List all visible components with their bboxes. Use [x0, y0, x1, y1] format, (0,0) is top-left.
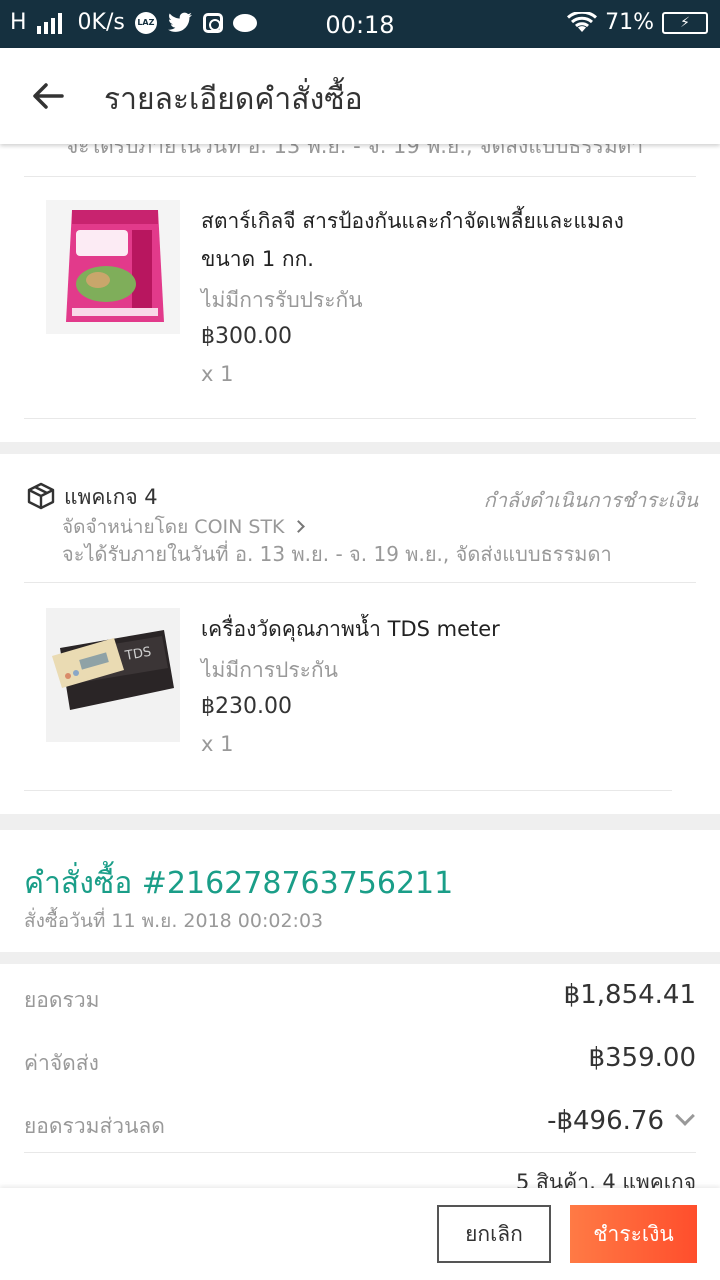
order-detail-scroll[interactable]: จะได้รับภายในวันที่ อ. 13 พ.ย. - จ. 19 พ… — [0, 144, 720, 1188]
product-image[interactable] — [46, 200, 180, 334]
package-card-prev: จะได้รับภายในวันที่ อ. 13 พ.ย. - จ. 19 พ… — [0, 144, 720, 442]
divider — [24, 176, 696, 177]
product-price: ฿300.00 — [201, 324, 292, 349]
app-header: รายละเอียดคำสั่งซื้อ — [0, 48, 720, 144]
page-title: รายละเอียดคำสั่งซื้อ — [104, 82, 363, 117]
product-name[interactable]: เครื่องวัดคุณภาพน้ำ TDS meter — [201, 610, 681, 648]
divider — [24, 1152, 696, 1153]
battery-icon: ⚡ — [662, 11, 708, 34]
battery-percent: 71% — [605, 10, 654, 35]
status-bar: H 0K/s LAZ 00:18 71% ⚡ — [0, 0, 720, 48]
package-title: แพคเกจ 4 — [64, 485, 158, 509]
package-card-4: แพคเกจ 4 กำลังดำเนินการชำระเงิน จัดจำหน่… — [0, 454, 720, 814]
shipping-value: ฿359.00 — [588, 1043, 696, 1073]
seller-name: จัดจำหน่ายโดย COIN STK — [62, 516, 285, 538]
discount-value: -฿496.76 — [547, 1106, 664, 1136]
product-warranty: ไม่มีการประกัน — [201, 658, 338, 682]
package-status: กำลังดำเนินการชำระเงิน — [483, 488, 698, 512]
subtotal-label: ยอดรวม — [24, 988, 100, 1012]
pay-button[interactable]: ชำระเงิน — [570, 1205, 697, 1263]
subtotal-value: ฿1,854.41 — [563, 980, 696, 1010]
divider — [24, 418, 696, 419]
product-quantity: x 1 — [201, 732, 234, 756]
product-name[interactable]: สตาร์เกิลจี สารป้องกันและกำจัดเพลี้ยและแ… — [201, 202, 681, 278]
chevron-down-icon — [675, 1106, 695, 1126]
order-number: คำสั่งซื้อ #216278763756211 — [24, 866, 454, 901]
cancel-button[interactable]: ยกเลิก — [437, 1205, 551, 1263]
delivery-estimate: จะได้รับภายในวันที่ อ. 13 พ.ย. - จ. 19 พ… — [62, 542, 612, 566]
discount-label: ยอดรวมส่วนลด — [24, 1114, 165, 1138]
wifi-icon — [567, 11, 598, 32]
product-price: ฿230.00 — [201, 694, 292, 719]
chevron-right-icon — [291, 520, 305, 533]
items-count: 5 สินค้า, 4 แพคเกจ — [515, 1170, 696, 1188]
order-info-card: คำสั่งซื้อ #216278763756211 สั่งซื้อวันท… — [0, 830, 720, 952]
order-summary-card: ยอดรวม ฿1,854.41 ค่าจัดส่ง ฿359.00 ยอดรว… — [0, 964, 720, 1188]
product-warranty: ไม่มีการรับประกัน — [201, 288, 363, 312]
delivery-estimate: จะได้รับภายในวันที่ อ. 13 พ.ย. - จ. 19 พ… — [66, 144, 644, 158]
product-quantity: x 1 — [201, 362, 234, 386]
divider — [24, 790, 672, 791]
shipping-label: ค่าจัดส่ง — [24, 1051, 99, 1075]
discount-row-toggle[interactable]: -฿496.76 — [547, 1106, 695, 1136]
order-date: สั่งซื้อวันที่ 11 พ.ย. 2018 00:02:03 — [24, 910, 324, 932]
package-box-icon — [27, 482, 55, 510]
status-right: 71% ⚡ — [567, 10, 708, 35]
product-image[interactable]: TDS — [46, 608, 180, 742]
bottom-action-bar: ยกเลิก ชำระเงิน — [0, 1188, 720, 1280]
divider — [24, 582, 696, 583]
back-arrow-icon[interactable] — [28, 76, 68, 116]
